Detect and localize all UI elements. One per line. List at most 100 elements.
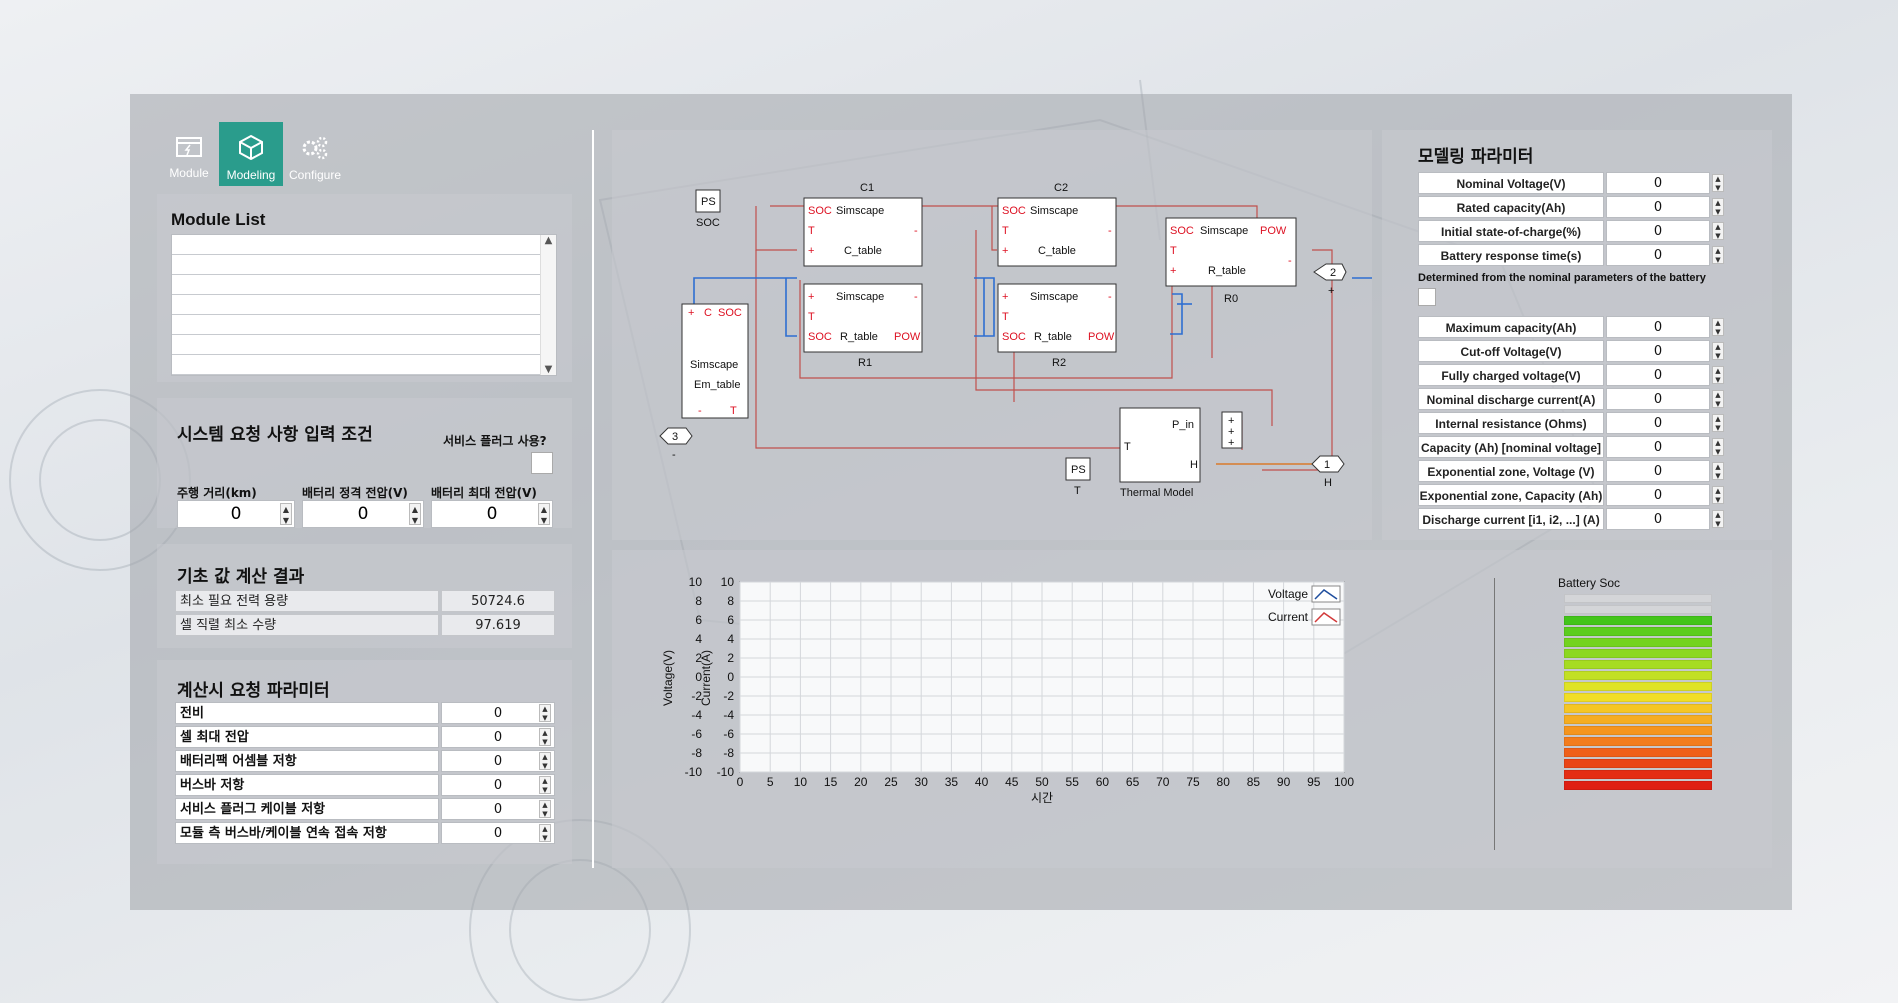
- calc-param-spinner[interactable]: ▲ ▼: [539, 800, 551, 818]
- t-ps-block[interactable]: PS T: [1065, 457, 1091, 497]
- modeling-param-input[interactable]: 0: [1606, 412, 1710, 434]
- calc-param-spinner[interactable]: ▲ ▼: [539, 824, 551, 842]
- thermal-model-block[interactable]: P_in T H Thermal Model: [1119, 407, 1201, 499]
- modeling-param-value: 0: [1653, 416, 1663, 431]
- module-list-item[interactable]: [172, 335, 556, 355]
- rated-voltage-input[interactable]: 0 ▲ ▼: [302, 500, 424, 528]
- r0-port-minus: -: [1288, 255, 1292, 267]
- modeling-param-spinner[interactable]: ▲ ▼: [1712, 174, 1724, 192]
- calc-param-input[interactable]: 0: [441, 798, 555, 820]
- rated-voltage-spinner[interactable]: ▲ ▼: [409, 503, 421, 525]
- calc-param-input[interactable]: 0: [441, 822, 555, 844]
- modeling-param-input[interactable]: 0: [1606, 196, 1710, 218]
- modeling-param-spinner[interactable]: ▲ ▼: [1712, 366, 1724, 384]
- simscape-diagram: PS SOC + C SOC Simscape Em_table - T C1 …: [659, 182, 1372, 499]
- modeling-param-spinner[interactable]: ▲ ▼: [1712, 390, 1724, 408]
- scroll-down-icon[interactable]: ▼: [541, 364, 556, 375]
- modeling-param-input[interactable]: 0: [1606, 220, 1710, 242]
- modeling-tab[interactable]: Modeling: [219, 122, 283, 186]
- soc-ps-caption: SOC: [696, 217, 720, 229]
- modeling-param-spinner[interactable]: ▲ ▼: [1712, 342, 1724, 360]
- modeling-param-input[interactable]: 0: [1606, 340, 1710, 362]
- modeling-param-spinner[interactable]: ▲ ▼: [1712, 438, 1724, 456]
- calc-params-panel: 계산시 요청 파라미터 전비 0 ▲ ▼ 셀 최대 전압 0 ▲ ▼ 배터리팩 어셈블 저항 0 ▲…: [157, 660, 572, 864]
- r0-block[interactable]: SOC Simscape POW T + R_table - R0: [1165, 217, 1297, 305]
- distance-input[interactable]: 0 ▲ ▼: [177, 500, 295, 528]
- r1-block[interactable]: + Simscape T SOC R_table POW - R1: [803, 283, 923, 369]
- module-list-scrollbar[interactable]: ▲ ▼: [540, 235, 556, 375]
- em-port-plus: +: [688, 307, 694, 319]
- distance-spinner[interactable]: ▲ ▼: [280, 503, 292, 525]
- modeling-param-spinner[interactable]: ▲ ▼: [1712, 318, 1724, 336]
- modeling-param-input[interactable]: 0: [1606, 364, 1710, 386]
- soc-ps-block[interactable]: PS SOC: [695, 189, 721, 229]
- modeling-param-spinner[interactable]: ▲ ▼: [1712, 414, 1724, 432]
- r2-block[interactable]: + Simscape T SOC R_table POW - R2: [997, 283, 1117, 369]
- modeling-param-spinner[interactable]: ▲ ▼: [1712, 198, 1724, 216]
- calc-param-spinner[interactable]: ▲ ▼: [539, 776, 551, 794]
- modeling-params-title: 모델링 파라미터: [1418, 147, 1534, 167]
- em-table-block[interactable]: + C SOC Simscape Em_table - T: [681, 303, 749, 419]
- r1-port-soc: SOC: [808, 331, 832, 343]
- t-ps-label: PS: [1071, 464, 1086, 476]
- modeling-param-input[interactable]: 0: [1606, 316, 1710, 338]
- y-axis-label-voltage: Voltage(V): [661, 650, 675, 706]
- x-tick-label: 10: [794, 775, 808, 789]
- modeling-param-spinner[interactable]: ▲ ▼: [1712, 222, 1724, 240]
- max-voltage-input[interactable]: 0 ▲ ▼: [431, 500, 553, 528]
- r2-port-soc: SOC: [1002, 331, 1026, 343]
- module-list-panel: Module List ▲ ▼: [157, 194, 572, 382]
- module-tab[interactable]: Module: [157, 122, 221, 186]
- r2-port-pow: POW: [1088, 331, 1115, 343]
- port-1[interactable]: 1 H: [1311, 455, 1345, 489]
- c1-block[interactable]: C1 SOC Simscape T + C_table -: [803, 182, 923, 267]
- modeling-param-input[interactable]: 0: [1606, 244, 1710, 266]
- soc-ps-label: PS: [701, 196, 716, 208]
- modeling-param-row: Exponential zone, Voltage (V) 0 ▲ ▼: [1418, 460, 1728, 482]
- modeling-param-input[interactable]: 0: [1606, 484, 1710, 506]
- port-3[interactable]: 3 -: [659, 427, 693, 461]
- service-plug-checkbox[interactable]: [531, 452, 553, 474]
- modeling-param-input[interactable]: 0: [1606, 508, 1710, 530]
- calc-param-input[interactable]: 0: [441, 702, 555, 724]
- module-list[interactable]: ▲ ▼: [171, 234, 557, 376]
- calc-param-spinner[interactable]: ▲ ▼: [539, 728, 551, 746]
- modeling-param-input[interactable]: 0: [1606, 460, 1710, 482]
- calc-param-value: 0: [493, 826, 503, 841]
- em-port-minus: -: [698, 405, 702, 417]
- module-list-item[interactable]: [172, 235, 556, 255]
- modeling-param-input[interactable]: 0: [1606, 388, 1710, 410]
- module-list-item[interactable]: [172, 295, 556, 315]
- c1-name: C1: [860, 182, 874, 194]
- modeling-param-value: 0: [1653, 488, 1663, 503]
- module-list-item[interactable]: [172, 255, 556, 275]
- calc-param-spinner[interactable]: ▲ ▼: [539, 752, 551, 770]
- module-list-item[interactable]: [172, 315, 556, 335]
- determined-checkbox[interactable]: [1418, 288, 1436, 306]
- calc-param-input[interactable]: 0: [441, 750, 555, 772]
- sum-block[interactable]: + + +: [1221, 411, 1243, 449]
- modeling-param-input[interactable]: 0: [1606, 436, 1710, 458]
- port-2[interactable]: 2 +: [1313, 263, 1347, 297]
- modeling-param-input[interactable]: 0: [1606, 172, 1710, 194]
- calc-param-input[interactable]: 0: [441, 726, 555, 748]
- calc-param-input[interactable]: 0: [441, 774, 555, 796]
- x-tick-label: 40: [975, 775, 989, 789]
- service-plug-label: 서비스 플러그 사용?: [443, 434, 547, 448]
- scroll-up-icon[interactable]: ▲: [541, 235, 556, 246]
- modeling-param-spinner[interactable]: ▲ ▼: [1712, 462, 1724, 480]
- r1-line-2: R_table: [840, 331, 878, 343]
- calc-param-spinner[interactable]: ▲ ▼: [539, 704, 551, 722]
- c2-line-2: C_table: [1038, 245, 1076, 257]
- calc-param-row: 모듈 측 버스바/케이블 연속 접속 저항 0 ▲ ▼: [175, 822, 555, 844]
- max-voltage-spinner[interactable]: ▲ ▼: [538, 503, 550, 525]
- modeling-param-spinner[interactable]: ▲ ▼: [1712, 510, 1724, 528]
- modeling-param-spinner[interactable]: ▲ ▼: [1712, 246, 1724, 264]
- modeling-param-label: Battery response time(s): [1418, 244, 1604, 266]
- module-list-item[interactable]: [172, 275, 556, 295]
- module-list-item[interactable]: [172, 355, 556, 375]
- c2-block[interactable]: C2 SOC Simscape T + C_table -: [997, 182, 1117, 267]
- y2-tick-label: 2: [727, 651, 734, 665]
- modeling-param-spinner[interactable]: ▲ ▼: [1712, 486, 1724, 504]
- configure-tab[interactable]: Configure: [283, 122, 347, 186]
